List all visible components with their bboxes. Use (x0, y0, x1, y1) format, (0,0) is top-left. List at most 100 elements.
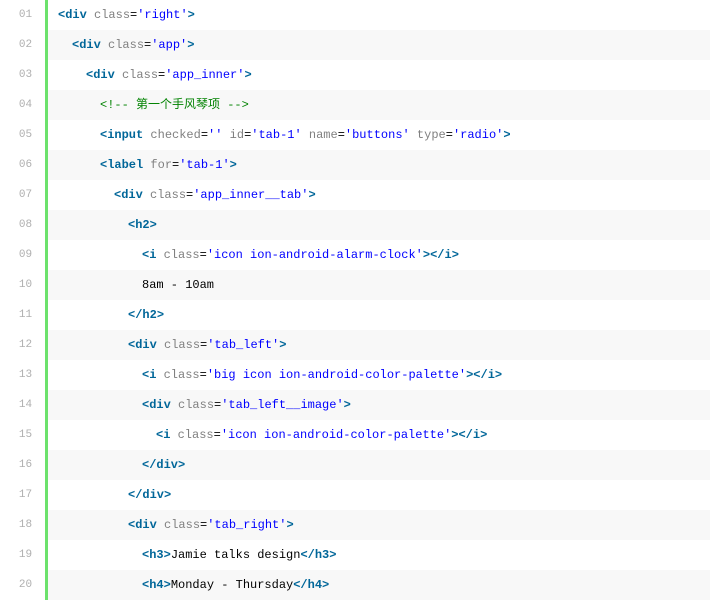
token-tag: </ (458, 428, 472, 442)
token-cmt: <!-- 第一个手风琴项 --> (100, 98, 249, 112)
token-attr: class (150, 188, 186, 202)
token-tag: > (150, 218, 157, 232)
token-tag: </ (473, 368, 487, 382)
token-plain: = (200, 248, 207, 262)
line-number: 11 (3, 300, 48, 330)
token-attr: for (150, 158, 172, 172)
token-tag: > (480, 428, 487, 442)
token-tag: > (329, 548, 336, 562)
token-tag: </ (293, 578, 307, 592)
token-plain: 8am - 10am (142, 278, 214, 292)
token-attr: class (164, 368, 200, 382)
token-val: 'right' (137, 8, 187, 22)
token-attr: checked (150, 128, 200, 142)
token-tag: h4 (308, 578, 322, 592)
token-plain (156, 248, 163, 262)
code-line: <div class='tab_left__image'> (48, 390, 710, 420)
token-tag: > (230, 158, 237, 172)
code-line: <i class='big icon ion-android-color-pal… (48, 360, 710, 390)
code-line: <h2> (48, 210, 710, 240)
token-tag: > (164, 548, 171, 562)
token-tag: div (142, 488, 164, 502)
token-tag: </ (128, 488, 142, 502)
token-val: 'app_inner' (165, 68, 244, 82)
token-tag: h4 (149, 578, 163, 592)
token-tag: h3 (315, 548, 329, 562)
line-number: 19 (3, 540, 48, 570)
token-plain: Monday - Thursday (171, 578, 293, 592)
token-val: 'radio' (453, 128, 503, 142)
token-attr: class (94, 8, 130, 22)
line-number: 09 (3, 240, 48, 270)
token-tag: > (188, 8, 195, 22)
line-number: 12 (3, 330, 48, 360)
line-number: 17 (3, 480, 48, 510)
code-line: <label for='tab-1'> (48, 150, 710, 180)
token-val: 'tab_left' (207, 338, 279, 352)
code-line: <div class='tab_right'> (48, 510, 710, 540)
code-line: </h2> (48, 300, 710, 330)
line-number: 16 (3, 450, 48, 480)
code-line: <h4>Monday - Thursday</h4> (48, 570, 710, 600)
line-number: 03 (3, 60, 48, 90)
line-number: 10 (3, 270, 48, 300)
token-val: 'tab-1' (179, 158, 229, 172)
token-tag: div (135, 338, 157, 352)
token-tag: i (444, 248, 451, 262)
token-attr: name (309, 128, 338, 142)
line-number: 20 (3, 570, 48, 600)
token-tag: > (503, 128, 510, 142)
token-val: 'app' (151, 38, 187, 52)
token-val: 'buttons' (345, 128, 410, 142)
token-tag: </ (128, 308, 142, 322)
token-val: 'app_inner__tab' (193, 188, 308, 202)
token-tag: label (107, 158, 143, 172)
token-plain: = (338, 128, 345, 142)
token-attr: class (178, 398, 214, 412)
token-tag: > (244, 68, 251, 82)
token-plain (222, 128, 229, 142)
token-tag: > (178, 458, 185, 472)
token-tag: > (187, 38, 194, 52)
token-val: 'tab_left__image' (221, 398, 343, 412)
token-plain: = (214, 428, 221, 442)
token-tag: > (322, 578, 329, 592)
token-tag: h2 (135, 218, 149, 232)
code-line: </div> (48, 480, 710, 510)
token-plain (156, 368, 163, 382)
token-tag: > (164, 488, 171, 502)
token-plain: = (201, 128, 208, 142)
token-plain (115, 68, 122, 82)
token-plain: = (446, 128, 453, 142)
token-plain (157, 518, 164, 532)
token-plain: Jamie talks design (171, 548, 301, 562)
token-plain (302, 128, 309, 142)
token-val: 'icon ion-android-color-palette' (221, 428, 451, 442)
token-tag: > (279, 338, 286, 352)
line-number: 04 (3, 90, 48, 120)
token-tag: div (65, 8, 87, 22)
code-line: <div class='app'> (48, 30, 710, 60)
token-tag: </ (300, 548, 314, 562)
token-tag: i (473, 428, 480, 442)
token-attr: class (108, 38, 144, 52)
code-lines: <div class='right'><div class='app'><div… (48, 0, 710, 600)
token-tag: div (79, 38, 101, 52)
token-tag: </ (430, 248, 444, 262)
token-tag: > (495, 368, 502, 382)
line-number: 01 (3, 0, 48, 30)
token-tag: > (344, 398, 351, 412)
token-tag: > (308, 188, 315, 202)
code-line: <!-- 第一个手风琴项 --> (48, 90, 710, 120)
token-tag: div (156, 458, 178, 472)
token-plain (101, 38, 108, 52)
token-plain (87, 8, 94, 22)
line-number-gutter: 0102030405060708091011121314151617181920 (3, 0, 48, 600)
line-number: 18 (3, 510, 48, 540)
code-line: <h3>Jamie talks design</h3> (48, 540, 710, 570)
code-line: <input checked='' id='tab-1' name='butto… (48, 120, 710, 150)
line-number: 13 (3, 360, 48, 390)
token-tag: > (452, 248, 459, 262)
token-val: 'tab-1' (251, 128, 301, 142)
token-tag: > (164, 578, 171, 592)
